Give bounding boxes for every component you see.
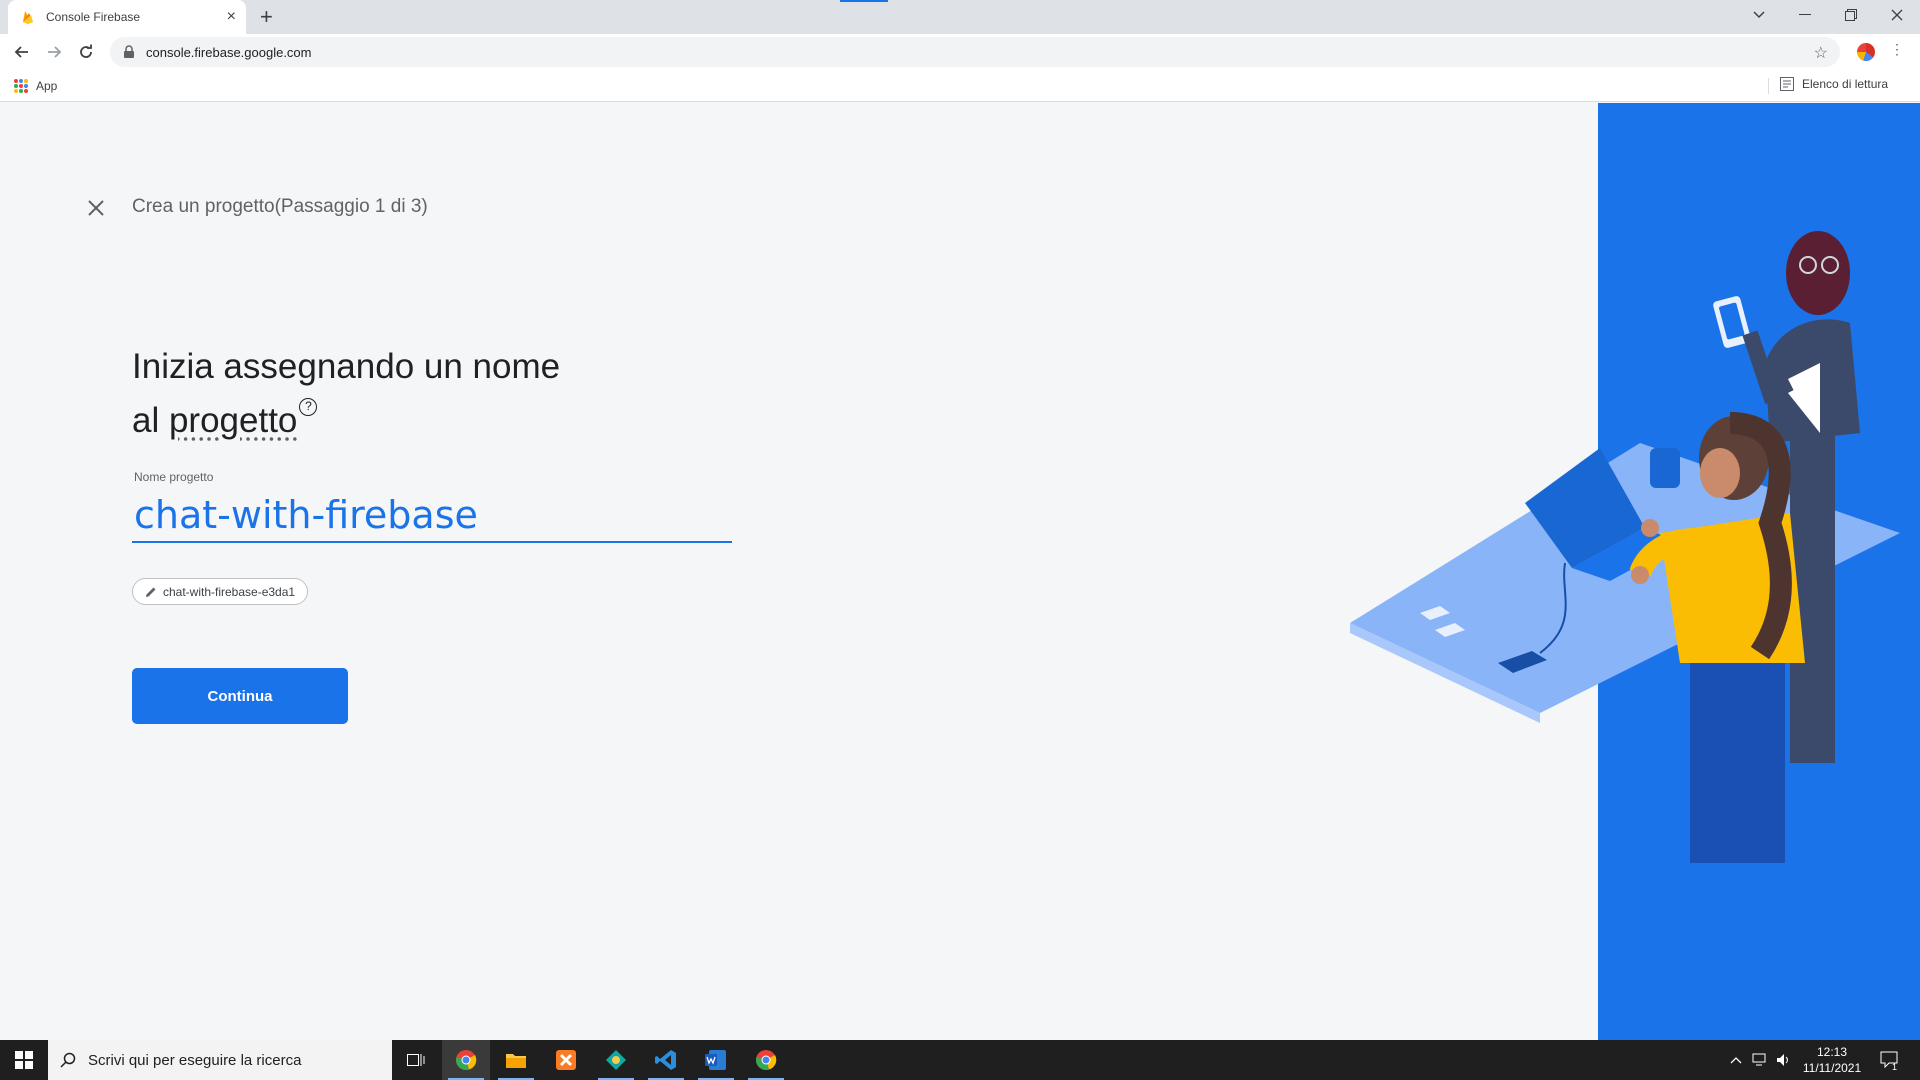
apps-grid-icon [14, 79, 28, 93]
tab-title: Console Firebase [46, 10, 141, 24]
network-icon[interactable] [1752, 1040, 1768, 1080]
screen: Console Firebase × + console.firebase.go… [0, 0, 1920, 1080]
notification-count: 1 [1892, 1062, 1898, 1072]
new-tab-button[interactable]: + [260, 4, 273, 30]
browser-tab-bar: Console Firebase × + [0, 0, 1920, 34]
back-icon[interactable] [10, 40, 34, 64]
reading-list-button[interactable]: Elenco di lettura [1780, 77, 1888, 91]
accent-strip [840, 0, 888, 2]
bookmarks-bar: App Elenco di lettura [0, 70, 1920, 102]
illustration [1350, 103, 1920, 1040]
chrome-taskbar-icon-2[interactable] [742, 1040, 790, 1080]
xampp-icon[interactable] [542, 1040, 590, 1080]
project-id-text: chat-with-firebase-e3da1 [163, 584, 296, 599]
minimize-icon[interactable] [1782, 0, 1828, 30]
lock-icon [124, 45, 134, 58]
project-term-link[interactable]: progetto [169, 401, 297, 440]
project-name-label: Nome progetto [134, 470, 214, 484]
step-indicator: Crea un progetto(Passaggio 1 di 3) [132, 196, 428, 217]
git-kraken-icon[interactable] [592, 1040, 640, 1080]
bookmark-star-icon[interactable]: ☆ [1814, 43, 1828, 63]
search-placeholder: Scrivi qui per eseguire la ricerca [88, 1051, 302, 1069]
notification-center-icon[interactable]: 1 [1880, 1040, 1900, 1080]
clock-time: 12:13 [1816, 1045, 1848, 1059]
url-text: console.firebase.google.com [146, 44, 312, 60]
vscode-icon[interactable] [642, 1040, 690, 1080]
taskbar: Scrivi qui per eseguire la ricerca 12:13… [0, 1040, 1920, 1080]
tab-close-icon[interactable]: × [227, 9, 236, 25]
project-name-input[interactable] [132, 488, 732, 543]
forward-icon[interactable] [42, 40, 66, 64]
pencil-icon [146, 587, 156, 597]
profile-avatar[interactable] [1855, 41, 1877, 63]
browser-tab[interactable]: Console Firebase × [8, 0, 246, 34]
search-icon [60, 1052, 76, 1068]
title-line-2: al progetto? [132, 394, 560, 448]
restore-icon[interactable] [1828, 0, 1874, 30]
reading-list-icon [1780, 77, 1794, 91]
reload-icon[interactable] [74, 40, 98, 64]
chrome-taskbar-icon[interactable] [442, 1040, 490, 1080]
tray-chevron-icon[interactable] [1730, 1040, 1742, 1080]
apps-shortcut[interactable]: App [14, 79, 57, 93]
firebase-icon [23, 11, 33, 24]
tab-search-icon[interactable] [1736, 0, 1782, 30]
apps-label: App [36, 79, 58, 93]
windows-icon [15, 1051, 33, 1069]
page-title: Inizia assegnando un nome al progetto? [132, 340, 560, 448]
title-prefix: al [132, 401, 169, 440]
main-content: Crea un progetto(Passaggio 1 di 3) Inizi… [0, 103, 1920, 1040]
menu-icon[interactable]: ⋮ [1890, 41, 1904, 58]
close-window-icon[interactable] [1874, 0, 1920, 30]
help-icon[interactable]: ? [299, 398, 318, 416]
windows-start-button[interactable] [0, 1040, 48, 1080]
continue-button[interactable]: Continua [132, 668, 348, 724]
reading-list-label: Elenco di lettura [1802, 77, 1889, 91]
task-view-icon[interactable] [392, 1040, 440, 1080]
clock-date: 11/11/2021 [1802, 1061, 1862, 1075]
address-bar[interactable]: console.firebase.google.com ☆ [110, 37, 1840, 67]
system-clock[interactable]: 12:13 11/11/2021 [1796, 1044, 1868, 1076]
volume-icon[interactable] [1776, 1040, 1792, 1080]
word-icon[interactable] [692, 1040, 740, 1080]
file-explorer-icon[interactable] [492, 1040, 540, 1080]
taskbar-search[interactable]: Scrivi qui per eseguire la ricerca [48, 1040, 392, 1080]
close-icon[interactable] [86, 198, 106, 218]
title-line-1: Inizia assegnando un nome [132, 347, 561, 386]
project-id-chip[interactable]: chat-with-firebase-e3da1 [132, 578, 309, 605]
divider [1768, 78, 1769, 94]
browser-toolbar: console.firebase.google.com ☆ ⋮ [0, 34, 1920, 70]
